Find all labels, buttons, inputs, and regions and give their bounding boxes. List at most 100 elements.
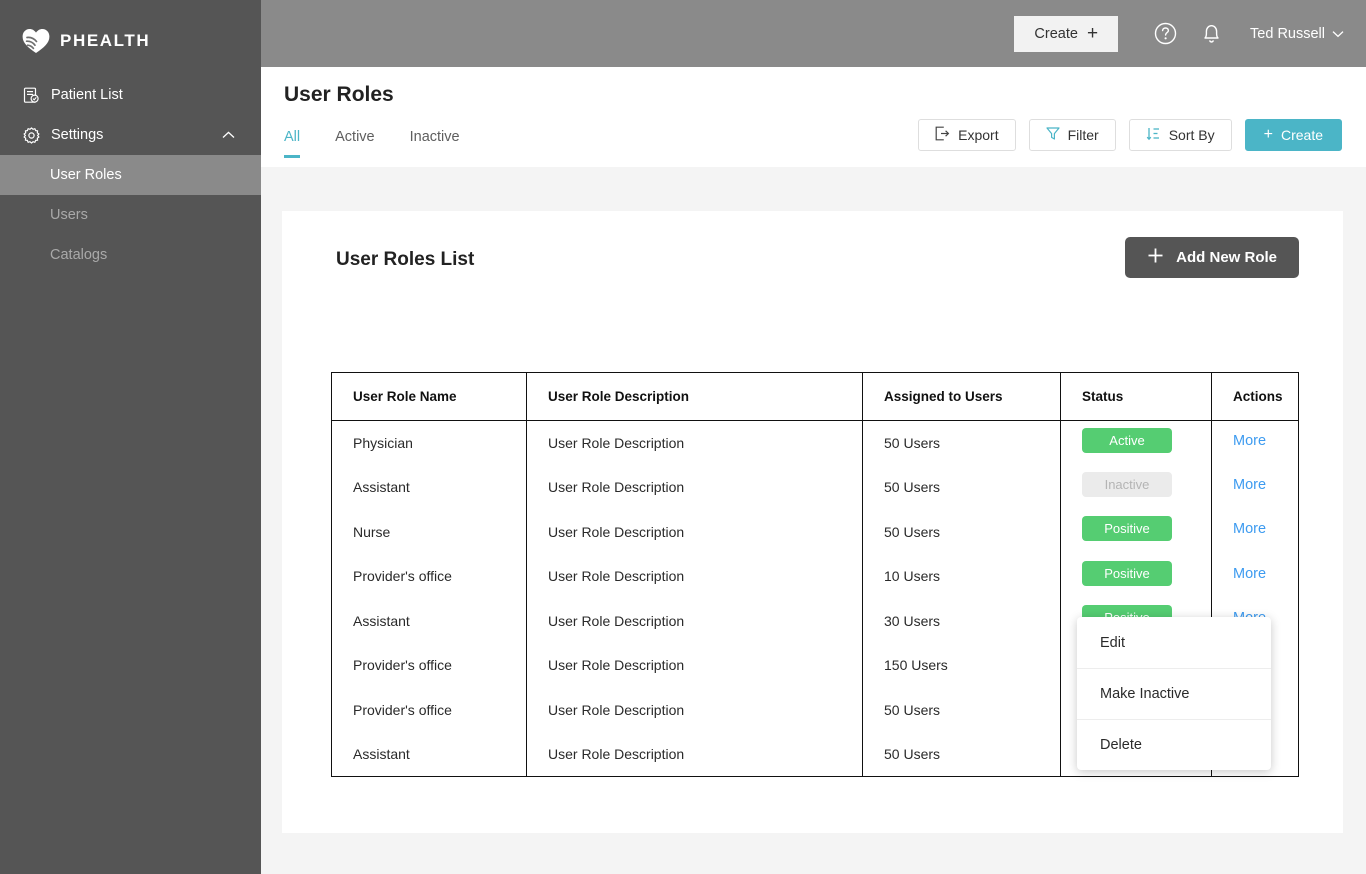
create-button-topbar[interactable]: Create +	[1014, 15, 1119, 52]
table-head: User Role Name User Role Description Ass…	[331, 372, 1299, 421]
cell-user-role-name: Provider's office	[331, 554, 527, 599]
filter-button[interactable]: Filter	[1028, 119, 1116, 151]
cell-user-role-name: Physician	[331, 420, 527, 465]
tab-inactive[interactable]: Inactive	[410, 129, 460, 158]
sidebar-subitem-label: User Roles	[50, 167, 122, 183]
create-button-label: Create	[1034, 25, 1078, 42]
sidebar-item-patient-list[interactable]: Patient List	[0, 75, 261, 115]
app-root: PHEALTH Patient List Settings User Roles…	[0, 0, 1366, 874]
table-header-row: User Role Name User Role Description Ass…	[331, 372, 1299, 421]
tab-all[interactable]: All	[284, 129, 301, 158]
filter-button-label: Filter	[1067, 127, 1099, 143]
add-new-role-label: Add New Role	[1176, 249, 1277, 266]
cell-status: Positive	[1060, 554, 1212, 599]
table-row: Nurse User Role Description 50 Users Positi…	[331, 509, 1299, 554]
cell-user-role-description: User Role Description	[526, 420, 863, 465]
cell-user-role-description: User Role Description	[526, 643, 863, 688]
page-title: User Roles	[284, 83, 394, 106]
column-header-user-role-name: User Role Name	[331, 372, 527, 421]
sort-by-button-label: Sort By	[1168, 127, 1215, 143]
cell-user-role-name: Provider's office	[331, 687, 527, 732]
export-icon	[935, 126, 950, 144]
dropdown-item-label: Make Inactive	[1100, 686, 1190, 702]
card-header: User Roles List Add New Role	[282, 211, 1343, 307]
funnel-icon	[1045, 126, 1060, 144]
actions-dropdown-menu: Edit Make Inactive Delete	[1077, 617, 1271, 770]
cell-assigned-to-users: 10 Users	[862, 554, 1061, 599]
add-new-role-button[interactable]: Add New Role	[1125, 237, 1299, 278]
sidebar-item-catalogs[interactable]: Catalogs	[0, 235, 261, 275]
cell-status: Active	[1060, 420, 1212, 465]
main-content: User Roles All Active Inactive Export Fi…	[261, 67, 1366, 874]
cell-assigned-to-users: 50 Users	[862, 687, 1061, 732]
sidebar-nav: Patient List Settings User Roles Users C…	[0, 75, 261, 275]
cell-assigned-to-users: 50 Users	[862, 509, 1061, 554]
sidebar-subitem-label: Catalogs	[50, 247, 108, 263]
more-actions-link[interactable]: More	[1233, 433, 1266, 449]
plus-icon	[1147, 247, 1164, 268]
dropdown-item-edit[interactable]: Edit	[1077, 617, 1271, 668]
sort-icon	[1146, 126, 1161, 144]
column-header-status: Status	[1060, 372, 1212, 421]
tab-active[interactable]: Active	[335, 129, 375, 158]
cell-user-role-description: User Role Description	[526, 509, 863, 554]
cell-user-role-description: User Role Description	[526, 465, 863, 510]
sidebar-item-users[interactable]: Users	[0, 195, 261, 235]
status-badge: Positive	[1082, 560, 1172, 586]
more-actions-link[interactable]: More	[1233, 566, 1266, 582]
cell-assigned-to-users: 50 Users	[862, 465, 1061, 510]
tab-label: All	[284, 129, 301, 145]
dropdown-item-delete[interactable]: Delete	[1077, 719, 1271, 770]
tab-bar: All Active Inactive	[284, 129, 460, 158]
sort-by-button[interactable]: Sort By	[1128, 119, 1232, 151]
help-circle-icon[interactable]	[1148, 17, 1182, 51]
sidebar-item-settings[interactable]: Settings	[0, 115, 261, 155]
user-menu[interactable]: Ted Russell	[1250, 26, 1344, 42]
user-name: Ted Russell	[1250, 25, 1325, 42]
cell-actions: More	[1211, 420, 1299, 465]
sidebar-item-user-roles[interactable]: User Roles	[0, 155, 261, 195]
export-button[interactable]: Export	[918, 119, 1016, 151]
cell-user-role-name: Assistant	[331, 732, 527, 777]
cell-user-role-description: User Role Description	[526, 598, 863, 643]
cell-status: Inactive	[1060, 465, 1212, 510]
sidebar-item-label: Settings	[51, 127, 104, 143]
sidebar-item-label: Patient List	[51, 87, 123, 103]
dropdown-item-label: Edit	[1100, 634, 1125, 651]
status-badge: Inactive	[1082, 471, 1172, 497]
heart-logo-icon	[22, 29, 50, 53]
gear-icon	[22, 126, 40, 144]
cell-actions: More	[1211, 509, 1299, 554]
tab-label: Inactive	[409, 129, 460, 145]
notification-bell-icon[interactable]	[1194, 17, 1228, 51]
chevron-up-icon[interactable]	[222, 127, 235, 143]
cell-status: Positive	[1060, 509, 1212, 554]
plus-icon: +	[1086, 23, 1099, 44]
cell-assigned-to-users: 50 Users	[862, 420, 1061, 465]
toolbar: Export Filter Sort By + Create	[918, 119, 1342, 151]
create-button-toolbar[interactable]: + Create	[1244, 119, 1342, 151]
card-title: User Roles List	[336, 249, 475, 270]
export-button-label: Export	[958, 127, 999, 143]
cell-user-role-name: Assistant	[331, 598, 527, 643]
cell-user-role-description: User Role Description	[526, 732, 863, 777]
chevron-down-icon	[1332, 26, 1344, 42]
column-header-actions: Actions	[1211, 372, 1299, 421]
brand[interactable]: PHEALTH	[0, 0, 261, 64]
cell-assigned-to-users: 150 Users	[862, 643, 1061, 688]
column-header-user-role-description: User Role Description	[526, 372, 863, 421]
brand-name: PHEALTH	[60, 31, 151, 50]
tab-label: Active	[335, 129, 375, 145]
more-actions-link[interactable]: More	[1233, 521, 1266, 537]
sidebar-subitem-label: Users	[50, 207, 88, 223]
more-actions-link[interactable]: More	[1233, 477, 1266, 493]
cell-user-role-name: Assistant	[331, 465, 527, 510]
table-row: Assistant User Role Description 50 Users In…	[331, 465, 1299, 510]
top-bar: Create + Ted Russell	[261, 0, 1366, 67]
dropdown-item-make-inactive[interactable]: Make Inactive	[1077, 668, 1271, 719]
cell-assigned-to-users: 30 Users	[862, 598, 1061, 643]
cell-actions: More	[1211, 465, 1299, 510]
sidebar: PHEALTH Patient List Settings User Roles…	[0, 0, 261, 874]
status-badge: Positive	[1082, 516, 1172, 542]
cell-user-role-description: User Role Description	[526, 554, 863, 599]
